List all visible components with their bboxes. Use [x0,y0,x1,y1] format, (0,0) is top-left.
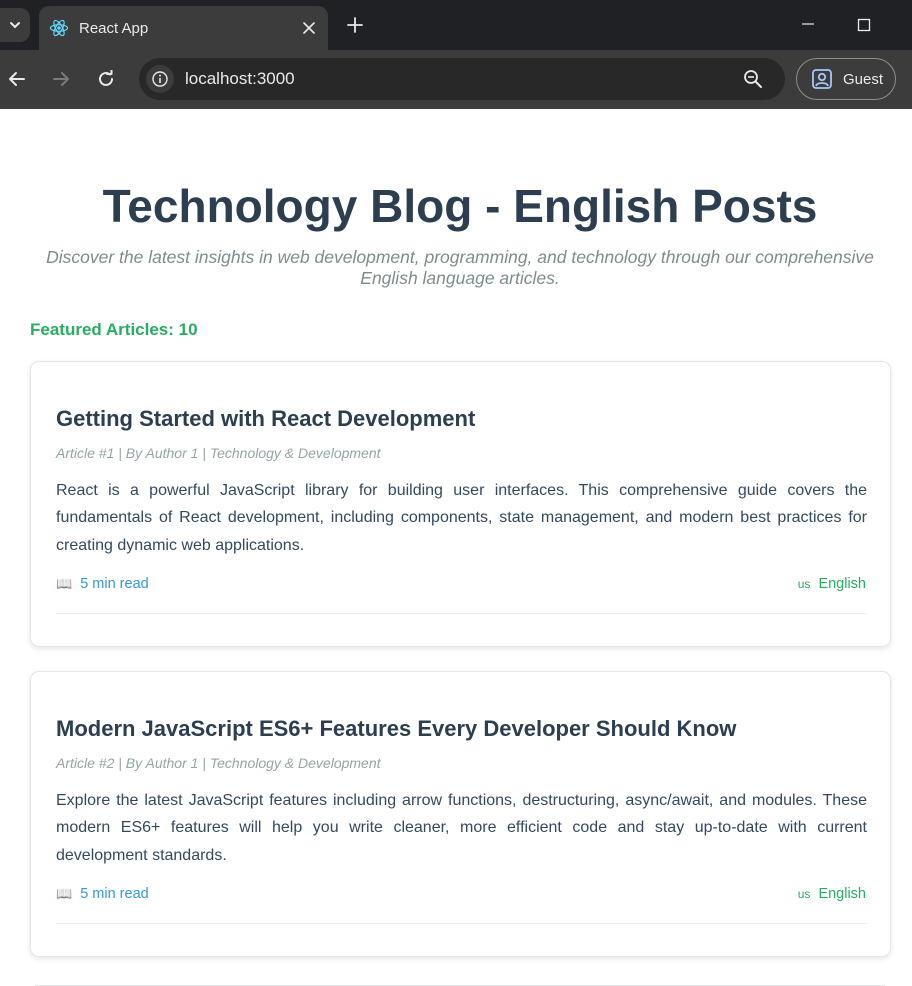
article-card[interactable]: Getting Started with React Development A… [30,361,891,647]
read-time: 📖 5 min read [56,886,149,902]
article-meta: Article #2 | By Author 1 | Technology & … [56,755,381,771]
us-flag-icon: us [797,577,811,591]
maximize-icon [857,18,871,32]
read-time-label: 5 min read [80,886,149,902]
zoom-icon[interactable] [741,67,765,91]
site-info-icon[interactable] [146,65,174,93]
page-title: Technology Blog - English Posts [102,180,818,232]
card-divider [56,923,867,924]
new-tab-button[interactable] [342,12,368,38]
read-time-label: 5 min read [80,576,149,592]
profile-label: Guest [843,70,884,88]
book-icon: 📖 [56,576,73,591]
article-meta: Article #1 | By Author 1 | Technology & … [56,445,381,461]
article-excerpt: React is a powerful JavaScript library f… [56,482,867,554]
article-title[interactable]: Getting Started with React Development [56,406,475,432]
arrow-right-icon [53,72,69,86]
language-label: English [818,886,866,902]
tab-title: React App [79,19,149,37]
browser-toolbar: localhost:3000 Guest [0,50,912,109]
read-time: 📖 5 min read [56,576,149,592]
browser-tab-strip: React App [0,0,912,50]
reload-icon [99,70,113,86]
chevron-down-icon [10,22,20,29]
article-title[interactable]: Modern JavaScript ES6+ Features Every De… [56,716,736,742]
us-flag-icon: us [797,887,811,901]
page-subtitle: Discover the latest insights in web deve… [46,247,874,288]
language-label: English [818,576,866,592]
language-tag: us English [798,576,866,592]
profile-icon [812,69,832,89]
address-bar[interactable]: localhost:3000 [139,58,785,100]
close-icon[interactable] [300,19,318,37]
article-card[interactable]: Modern JavaScript ES6+ Features Every De… [30,671,891,957]
card-divider [56,613,867,614]
back-button[interactable] [4,66,30,92]
arrow-left-icon [9,72,25,86]
language-tag: us English [798,886,866,902]
book-icon: 📖 [56,886,73,901]
browser-tab-active[interactable]: React App [39,6,328,50]
article-excerpt: Explore the latest JavaScript features i… [56,792,867,864]
maximize-window-button[interactable] [854,15,874,35]
profile-button[interactable]: Guest [796,58,896,100]
plus-icon [347,17,363,33]
minimize-icon [802,23,814,25]
featured-articles-count: Featured Articles: 10 [30,320,198,339]
react-logo-icon [49,18,69,38]
forward-button[interactable] [48,66,74,92]
reload-button[interactable] [93,66,119,92]
tab-search-button[interactable] [0,8,30,42]
url-text[interactable]: localhost:3000 [185,69,741,89]
minimize-window-button[interactable] [798,14,818,34]
page-content: Technology Blog - English Posts Discover… [0,109,912,986]
